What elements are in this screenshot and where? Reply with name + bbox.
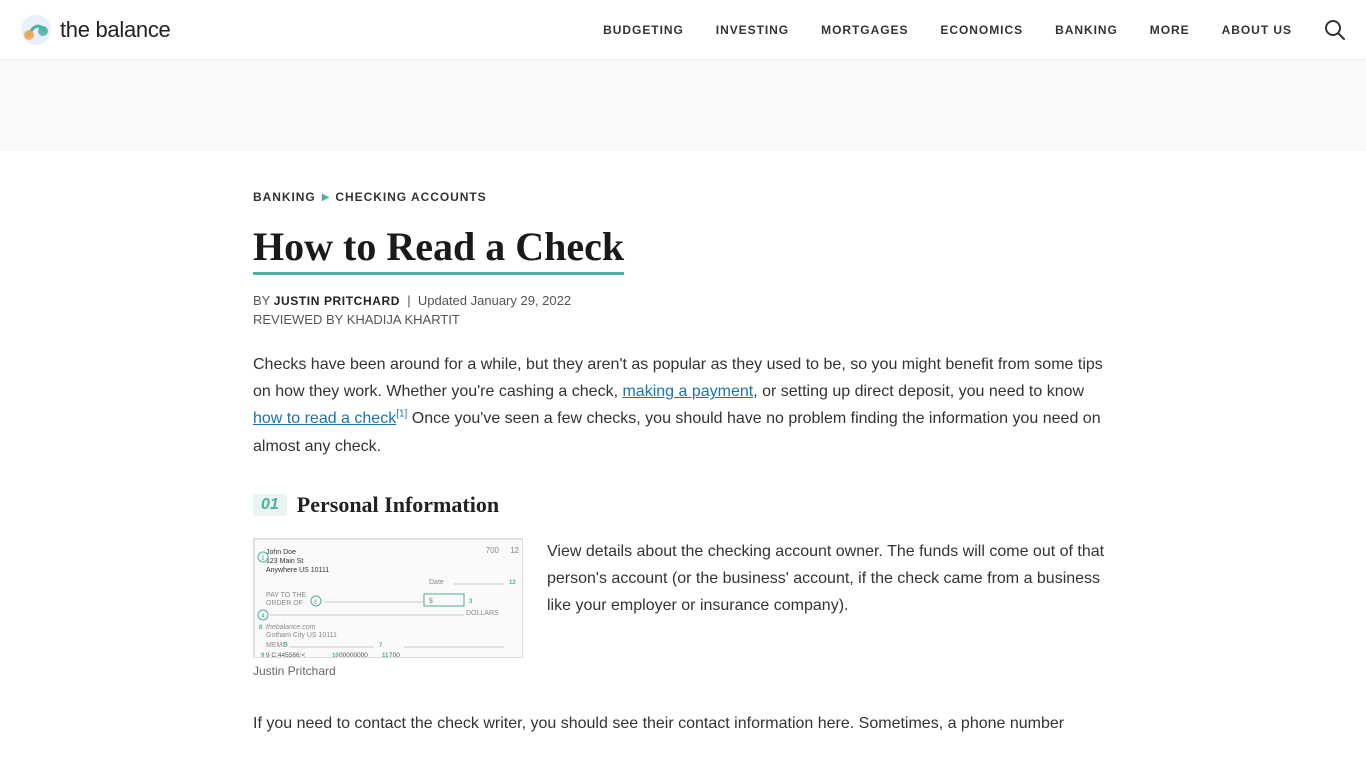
svg-text:$: $ xyxy=(429,598,433,605)
section-1-heading: 01 Personal Information xyxy=(253,492,1113,518)
svg-text:DOLLARS: DOLLARS xyxy=(466,610,499,617)
footnote-1: [1] xyxy=(396,409,407,420)
breadcrumb-arrow: ▶ xyxy=(322,192,330,203)
intro-text-2: , or setting up direct deposit, you need… xyxy=(753,383,1084,400)
svg-text:Anywhere US 10111: Anywhere US 10111 xyxy=(266,567,329,574)
svg-text:PAY TO THE: PAY TO THE xyxy=(266,592,306,599)
breadcrumb: BANKING ▶ CHECKING ACCOUNTS xyxy=(253,190,1113,204)
additional-text-content: If you need to contact the check writer,… xyxy=(253,715,1064,732)
image-caption: Justin Pritchard xyxy=(253,664,523,678)
logo-text: the balance xyxy=(60,17,170,43)
svg-text:thebalance.com: thebalance.com xyxy=(266,624,316,631)
breadcrumb-parent[interactable]: BANKING xyxy=(253,190,316,204)
nav-item-economics[interactable]: ECONOMICS xyxy=(940,23,1023,37)
svg-text:700: 700 xyxy=(486,546,500,555)
svg-text:2: 2 xyxy=(314,599,317,605)
check-image: 700 12 John Doe 123 Main St Anywhere US … xyxy=(253,538,523,658)
nav-item-mortgages[interactable]: MORTGAGES xyxy=(821,23,908,37)
section-image-col: 700 12 John Doe 123 Main St Anywhere US … xyxy=(253,538,523,678)
svg-text:John Doe: John Doe xyxy=(266,549,296,556)
search-icon xyxy=(1324,19,1346,41)
nav-item-budgeting[interactable]: BUDGETING xyxy=(603,23,684,37)
nav-item-more[interactable]: MORE xyxy=(1150,23,1190,37)
updated-prefix: Updated xyxy=(418,293,467,308)
breadcrumb-current: CHECKING ACCOUNTS xyxy=(335,190,486,204)
svg-text:ORDER OF: ORDER OF xyxy=(266,600,303,607)
byline-separator: | xyxy=(404,293,418,308)
article-main: BANKING ▶ CHECKING ACCOUNTS How to Read … xyxy=(233,150,1133,777)
intro-link-payment[interactable]: making a payment xyxy=(622,383,753,400)
nav-item-about-us[interactable]: ABOUT US xyxy=(1222,23,1292,37)
updated-date-val: January 29, 2022 xyxy=(471,293,571,308)
svg-text:1: 1 xyxy=(262,555,265,561)
svg-text:Date: Date xyxy=(429,579,444,586)
svg-text:12: 12 xyxy=(510,546,519,555)
nav-item-investing[interactable]: INVESTING xyxy=(716,23,789,37)
section-number-1: 01 xyxy=(253,494,287,516)
search-button[interactable] xyxy=(1324,19,1346,41)
nav-item-banking[interactable]: BANKING xyxy=(1055,23,1118,37)
article-reviewed: REVIEWED BY KHADIJA KHARTIT xyxy=(253,312,1113,327)
additional-text: If you need to contact the check writer,… xyxy=(253,710,1113,737)
article-title: How to Read a Check xyxy=(253,224,624,275)
section-title-1: Personal Information xyxy=(297,492,499,518)
logo-icon xyxy=(20,14,52,46)
section-text-col: View details about the checking account … xyxy=(547,538,1113,678)
svg-text:700: 700 xyxy=(389,652,400,658)
svg-text:00000000: 00000000 xyxy=(339,652,368,658)
svg-text:4: 4 xyxy=(262,613,265,619)
svg-text:12: 12 xyxy=(509,580,516,586)
section-1-content: 700 12 John Doe 123 Main St Anywhere US … xyxy=(253,538,1113,678)
article-meta: BY JUSTIN PRITCHARD | Updated January 29… xyxy=(253,293,1113,327)
check-diagram-svg: 700 12 John Doe 123 Main St Anywhere US … xyxy=(254,539,523,658)
svg-text:Gotham City US 10111: Gotham City US 10111 xyxy=(266,632,337,639)
reviewed-prefix: REVIEWED BY xyxy=(253,312,343,327)
article-intro: Checks have been around for a while, but… xyxy=(253,351,1113,460)
main-nav: BUDGETING INVESTING MORTGAGES ECONOMICS … xyxy=(603,19,1346,41)
section-1-text: View details about the checking account … xyxy=(547,538,1113,620)
svg-text:123 Main St: 123 Main St xyxy=(266,558,303,565)
site-header: the balance BUDGETING INVESTING MORTGAGE… xyxy=(0,0,1366,60)
author-link[interactable]: JUSTIN PRITCHARD xyxy=(274,294,400,308)
site-logo[interactable]: the balance xyxy=(20,14,170,46)
byline-prefix: BY xyxy=(253,293,270,308)
reviewer-name: KHADIJA KHARTIT xyxy=(347,312,460,327)
svg-text:9 C:445566:<: 9 C:445566:< xyxy=(266,652,305,658)
svg-text:11: 11 xyxy=(382,653,389,658)
ad-banner xyxy=(0,60,1366,150)
intro-link-read[interactable]: how to read a check xyxy=(253,410,396,427)
article-byline: BY JUSTIN PRITCHARD | Updated January 29… xyxy=(253,293,1113,308)
